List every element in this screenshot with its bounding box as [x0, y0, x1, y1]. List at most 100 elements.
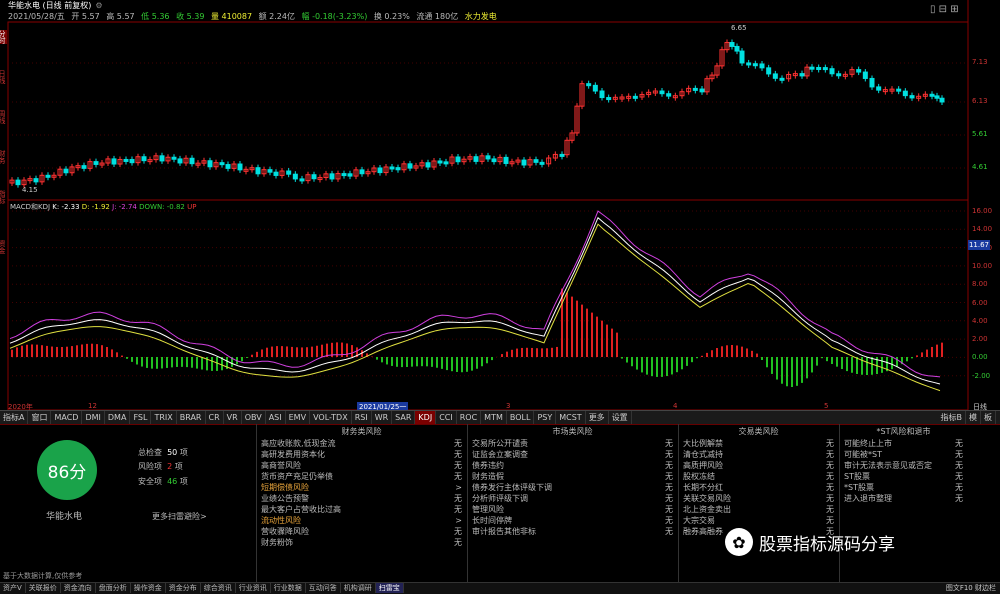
bottom-right-link[interactable]: 图文F10 财边栏: [946, 583, 996, 593]
indicator-tab[interactable]: MTM: [481, 411, 507, 424]
d-line: [9, 223, 941, 392]
risk-row: 分析师评级下调 无: [468, 493, 677, 504]
candle: [779, 77, 785, 81]
candle: [273, 171, 279, 176]
tab-right-2[interactable]: 板: [981, 411, 996, 424]
risk-row: 高研发费用资本化 无: [257, 449, 466, 460]
indicator-tab[interactable]: TRIX: [151, 411, 177, 424]
j-line: [9, 210, 941, 378]
indicator-tab[interactable]: CR: [206, 411, 224, 424]
indicator-tab[interactable]: RSI: [352, 411, 372, 424]
indicator-tab[interactable]: DMA: [105, 411, 131, 424]
tab-right-1[interactable]: 模: [966, 411, 981, 424]
risk-row-name: 分析师评级下调: [472, 494, 528, 503]
candle: [809, 66, 815, 70]
bottom-tab[interactable]: 资产V: [0, 583, 26, 593]
stat-safe-label: 安全项: [138, 477, 162, 486]
candle: [123, 158, 129, 162]
risk-row: 财务粉饰 无: [257, 537, 466, 548]
indicator-tab[interactable]: OBV: [242, 411, 266, 424]
risk-row: 清仓式减持 无: [679, 449, 838, 460]
risk-row-name: 管理风险: [472, 505, 504, 514]
indicator-tab[interactable]: ROC: [457, 411, 482, 424]
bottom-tab[interactable]: 资金流向: [61, 583, 96, 593]
stat-total-label: 总检查: [138, 448, 162, 457]
risk-row-value: >: [455, 483, 462, 492]
risk-row[interactable]: 短期偿债风险 >: [257, 482, 466, 493]
risk-row-value: 无: [665, 516, 673, 525]
risk-row[interactable]: 流动性风险 >: [257, 515, 466, 526]
candle: [15, 179, 21, 186]
indicator-tab[interactable]: VOL-TDX: [310, 411, 352, 424]
indicator-tab[interactable]: 窗口: [28, 411, 52, 424]
candle: [473, 156, 479, 162]
candle: [425, 162, 431, 168]
candle: [729, 42, 735, 47]
indicator-j: J: -2.74: [112, 203, 137, 211]
indicator-tab[interactable]: PSY: [534, 411, 557, 424]
risk-column: 市场类风险 交易所公开谴责无证监会立案调查无债券违约无财务造假无债券发行主体评级下…: [468, 426, 677, 537]
indicator-tab[interactable]: FSL: [130, 411, 152, 424]
risk-row: 债券发行主体评级下调 无: [468, 482, 677, 493]
bottom-tab[interactable]: 行业数据: [271, 583, 306, 593]
risk-row-name: 货币资产充足仍举债: [261, 472, 333, 481]
risk-row-value: 无: [826, 494, 834, 503]
bottom-tab[interactable]: 行业资讯: [236, 583, 271, 593]
risk-row-name: 高应收账款,低现金流: [261, 439, 336, 448]
risk-row-value: 无: [454, 527, 462, 536]
macd-tick: 4.00: [972, 316, 988, 325]
indicator-tab[interactable]: DMI: [82, 411, 105, 424]
risk-row: 业绩公告预警 无: [257, 493, 466, 504]
bottom-tab[interactable]: 互动问答: [306, 583, 341, 593]
bottom-tab[interactable]: 资金分布: [166, 583, 201, 593]
indicator-tab[interactable]: 更多: [586, 411, 609, 424]
candle: [491, 158, 497, 163]
risk-row: 审计无法表示意见或否定 无: [840, 460, 967, 471]
candle: [443, 161, 449, 165]
indicator-tab[interactable]: EMV: [286, 411, 311, 424]
indicator-tab[interactable]: ASI: [266, 411, 286, 424]
indicator-tab[interactable]: BOLL: [507, 411, 535, 424]
candle: [171, 156, 177, 160]
risk-row-value: >: [455, 516, 462, 525]
time-label-3: 3: [506, 402, 511, 410]
indicator-tab[interactable]: MACD: [51, 411, 83, 424]
candle: [799, 73, 805, 77]
risk-row-name: 进入退市整理: [844, 494, 892, 503]
stat-total: 总检查 50 项: [138, 447, 188, 458]
risk-row-value: 无: [665, 450, 673, 459]
indicator-tab[interactable]: 指标A: [0, 411, 29, 424]
tab-right-0[interactable]: 指标B: [938, 411, 966, 424]
macd-tick: 10.00: [972, 261, 993, 270]
candle: [822, 67, 828, 71]
indicator-tab[interactable]: WR: [372, 411, 393, 424]
bottom-tab[interactable]: 机构调研: [341, 583, 376, 593]
candle: [189, 157, 195, 165]
bottom-tab[interactable]: 综合资讯: [201, 583, 236, 593]
candle: [586, 83, 592, 87]
candle: [829, 68, 835, 75]
bottom-tab[interactable]: 操作资金: [131, 583, 166, 593]
bottom-tab[interactable]: 盘面分析: [96, 583, 131, 593]
indicator-tab[interactable]: MCST: [556, 411, 586, 424]
candle: [111, 158, 117, 165]
indicator-tab[interactable]: SAR: [392, 411, 416, 424]
bottom-tab[interactable]: 关联报价: [26, 583, 61, 593]
candle: [485, 155, 491, 160]
indicator-tab[interactable]: 设置: [609, 411, 632, 424]
risk-row: 大比例解禁 无: [679, 438, 838, 449]
indicator-tab[interactable]: BRAR: [177, 411, 206, 424]
indicator-tab[interactable]: KDJ: [415, 411, 437, 424]
candle: [666, 93, 672, 97]
risk-column-title: 市场类风险: [552, 427, 593, 436]
risk-row-name: 可能终止上市: [844, 439, 892, 448]
risk-row: 股权冻结 无: [679, 471, 838, 482]
candle: [772, 73, 778, 79]
indicator-tab[interactable]: CCI: [436, 411, 457, 424]
risk-row-value: 无: [454, 472, 462, 481]
risk-row-name: 业绩公告预警: [261, 494, 309, 503]
bottom-tab[interactable]: 扫雷宝: [375, 583, 404, 593]
risk-row-value: 无: [454, 538, 462, 547]
more-scan-link[interactable]: 更多扫雷避险>: [152, 511, 207, 522]
indicator-tab[interactable]: VR: [224, 411, 242, 424]
